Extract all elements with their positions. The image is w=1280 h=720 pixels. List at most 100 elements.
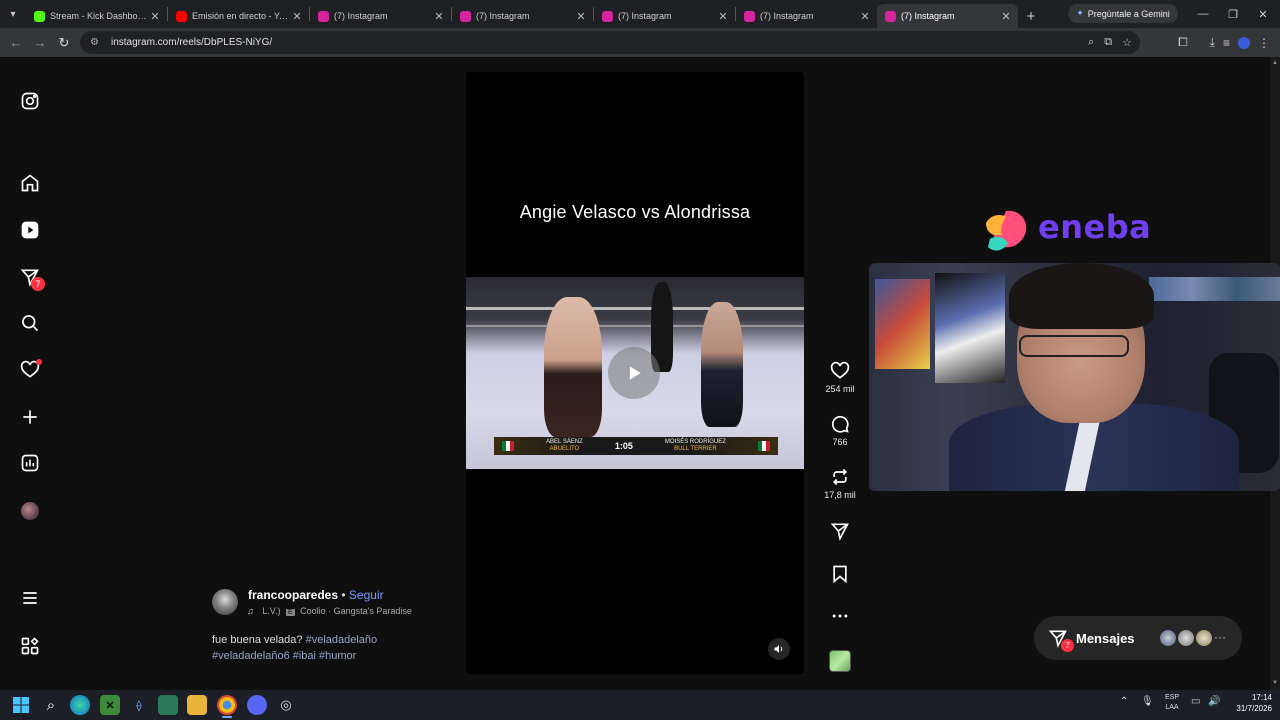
downloads-icon[interactable]: ⤓ bbox=[1210, 35, 1215, 50]
forward-icon[interactable]: → bbox=[28, 31, 52, 55]
edge-icon[interactable] bbox=[70, 695, 90, 715]
home-icon[interactable] bbox=[19, 172, 41, 194]
app-icon[interactable] bbox=[158, 695, 178, 715]
reel-overlay-title: Angie Velasco vs Alondrissa bbox=[519, 202, 751, 222]
gemini-button[interactable]: ✦ Pregúntale a Gemini bbox=[1068, 4, 1178, 23]
browser-tab[interactable]: (7) Instagram ✕ bbox=[310, 4, 451, 28]
bookmark-icon bbox=[833, 565, 847, 584]
hashtag[interactable]: #veladadelaño bbox=[306, 634, 378, 646]
messages-badge: 7 bbox=[1061, 639, 1074, 652]
audio-track[interactable]: ♫ L.V.) E Coolio · Gangsta's Paradise bbox=[247, 606, 415, 616]
reels-icon[interactable] bbox=[19, 219, 41, 241]
follow-button[interactable]: Seguir bbox=[349, 588, 384, 602]
discord-icon[interactable] bbox=[247, 695, 267, 715]
message-contact-avatar[interactable] bbox=[1194, 628, 1214, 648]
more-apps-icon[interactable] bbox=[19, 635, 41, 657]
search-icon[interactable] bbox=[19, 312, 41, 334]
instagram-logo-icon[interactable] bbox=[19, 90, 41, 112]
install-app-icon[interactable]: ⧉ bbox=[1104, 36, 1112, 49]
mexico-flag-icon bbox=[502, 441, 514, 451]
minimize-button[interactable]: — bbox=[1188, 0, 1218, 28]
left-fighter-name: ABEL SÁENZ bbox=[546, 439, 583, 445]
tab-close-icon[interactable]: ✕ bbox=[149, 10, 161, 23]
tab-title: Stream - Kick Dashboard bbox=[50, 11, 149, 21]
profile-avatar[interactable] bbox=[21, 502, 39, 520]
profile-icon[interactable] bbox=[1238, 36, 1250, 49]
play-button[interactable] bbox=[608, 347, 660, 399]
comment-button[interactable]: 766 bbox=[818, 414, 862, 447]
audio-thumbnail[interactable] bbox=[829, 650, 851, 672]
tab-close-icon[interactable]: ✕ bbox=[859, 10, 871, 23]
tab-close-icon[interactable]: ✕ bbox=[575, 10, 587, 23]
language-code: ESP bbox=[1164, 694, 1179, 701]
author-username[interactable]: francooparedes bbox=[248, 588, 338, 602]
microphone-icon[interactable]: 🎙 bbox=[1141, 697, 1154, 707]
app-icon[interactable]: ◎ bbox=[276, 695, 296, 715]
system-clock[interactable]: 17:14 31/7/2026 bbox=[1224, 692, 1272, 714]
create-icon[interactable] bbox=[19, 406, 41, 428]
tab-search-icon[interactable]: ▾ bbox=[0, 0, 26, 28]
explicit-badge: E bbox=[285, 609, 295, 616]
fight-scoreboard: ABEL SÁENZ ABUELITO 1:05 MOISÉS RODRÍGUE… bbox=[494, 437, 778, 455]
restore-button[interactable]: ❐ bbox=[1218, 0, 1248, 28]
dashboard-icon[interactable] bbox=[19, 452, 41, 474]
search-icon[interactable]: ⌕ bbox=[41, 695, 61, 715]
tab-close-icon[interactable]: ✕ bbox=[433, 10, 445, 23]
reel-video-frame[interactable]: ABEL SÁENZ ABUELITO 1:05 MOISÉS RODRÍGUE… bbox=[466, 277, 804, 469]
windows-start-icon[interactable] bbox=[11, 695, 31, 715]
file-explorer-icon[interactable] bbox=[187, 695, 207, 715]
message-contact-avatar[interactable] bbox=[1158, 628, 1178, 648]
bookmark-star-icon[interactable]: ☆ bbox=[1122, 36, 1132, 49]
extensions-icon[interactable]: ⧠ bbox=[1178, 35, 1188, 50]
save-button[interactable] bbox=[818, 564, 862, 587]
tab-close-icon[interactable]: ✕ bbox=[1000, 10, 1012, 23]
tab-title: (7) Instagram bbox=[760, 11, 814, 21]
mexico-flag-icon bbox=[757, 441, 770, 451]
address-bar[interactable]: ⚙ instagram.com/reels/DbPLES-NiYG/ ⌕ ⧉ ☆ bbox=[80, 31, 1140, 54]
clock-date: 31/7/2026 bbox=[1236, 704, 1272, 713]
new-tab-button[interactable]: + bbox=[1018, 4, 1044, 28]
language-indicator[interactable]: ESP LAA bbox=[1162, 693, 1182, 713]
browser-tab[interactable]: Stream - Kick Dashboard ✕ bbox=[26, 4, 167, 28]
like-count: 254 mil bbox=[825, 384, 855, 394]
close-window-button[interactable]: ✕ bbox=[1248, 0, 1278, 28]
hashtag[interactable]: #veladadelaño6 #ibai #humor bbox=[212, 650, 356, 662]
tray-overflow-icon[interactable]: ⌃ bbox=[1120, 697, 1128, 707]
chrome-icon[interactable] bbox=[217, 695, 237, 715]
repost-button[interactable]: 17,8 mil bbox=[818, 467, 862, 500]
fighter-right-figure bbox=[701, 302, 743, 427]
share-button[interactable] bbox=[818, 521, 862, 544]
instagram-favicon-icon bbox=[744, 10, 755, 22]
author-avatar[interactable] bbox=[212, 589, 238, 615]
network-icon[interactable]: ▭ bbox=[1191, 697, 1200, 707]
volume-icon[interactable]: 🔊 bbox=[1208, 697, 1220, 707]
tab-close-icon[interactable]: ✕ bbox=[717, 10, 729, 23]
browser-tab[interactable]: (7) Instagram ✕ bbox=[594, 4, 735, 28]
more-options-button[interactable] bbox=[818, 606, 862, 629]
notification-dot bbox=[36, 359, 42, 365]
browser-tab-active[interactable]: (7) Instagram ✕ bbox=[877, 4, 1018, 28]
like-button[interactable]: 254 mil bbox=[818, 361, 862, 394]
browser-tab[interactable]: (7) Instagram ✕ bbox=[452, 4, 593, 28]
browser-tab[interactable]: Emisión en directo - YouTube ✕ bbox=[168, 4, 309, 28]
site-info-icon[interactable]: ⚙ bbox=[90, 37, 102, 49]
message-contact-avatar[interactable] bbox=[1176, 628, 1196, 648]
tab-close-icon[interactable]: ✕ bbox=[291, 10, 303, 23]
scroll-up-icon[interactable]: ▲ bbox=[1272, 60, 1278, 66]
zoom-icon[interactable]: ⌕ bbox=[1088, 36, 1094, 49]
comment-icon bbox=[831, 415, 849, 433]
instagram-favicon-icon bbox=[602, 10, 613, 22]
streamer-hair bbox=[1009, 263, 1154, 329]
chrome-menu-icon[interactable]: ⋮ bbox=[1258, 36, 1270, 50]
reload-icon[interactable]: ↻ bbox=[52, 31, 76, 55]
reel-player[interactable]: Angie Velasco vs Alondrissa ABEL SÁENZ A… bbox=[466, 72, 804, 674]
back-icon[interactable]: ← bbox=[4, 31, 28, 55]
menu-icon[interactable] bbox=[19, 587, 41, 609]
app-icon[interactable]: ⟠ bbox=[129, 695, 149, 715]
browser-tab[interactable]: (7) Instagram ✕ bbox=[736, 4, 877, 28]
xbox-icon[interactable]: ✕ bbox=[100, 695, 120, 715]
scroll-down-icon[interactable]: ▼ bbox=[1272, 680, 1278, 686]
audio-toggle-button[interactable] bbox=[768, 638, 790, 660]
media-control-icon[interactable]: ≡ bbox=[1223, 36, 1230, 50]
messages-more-icon[interactable]: ··· bbox=[1214, 630, 1226, 644]
